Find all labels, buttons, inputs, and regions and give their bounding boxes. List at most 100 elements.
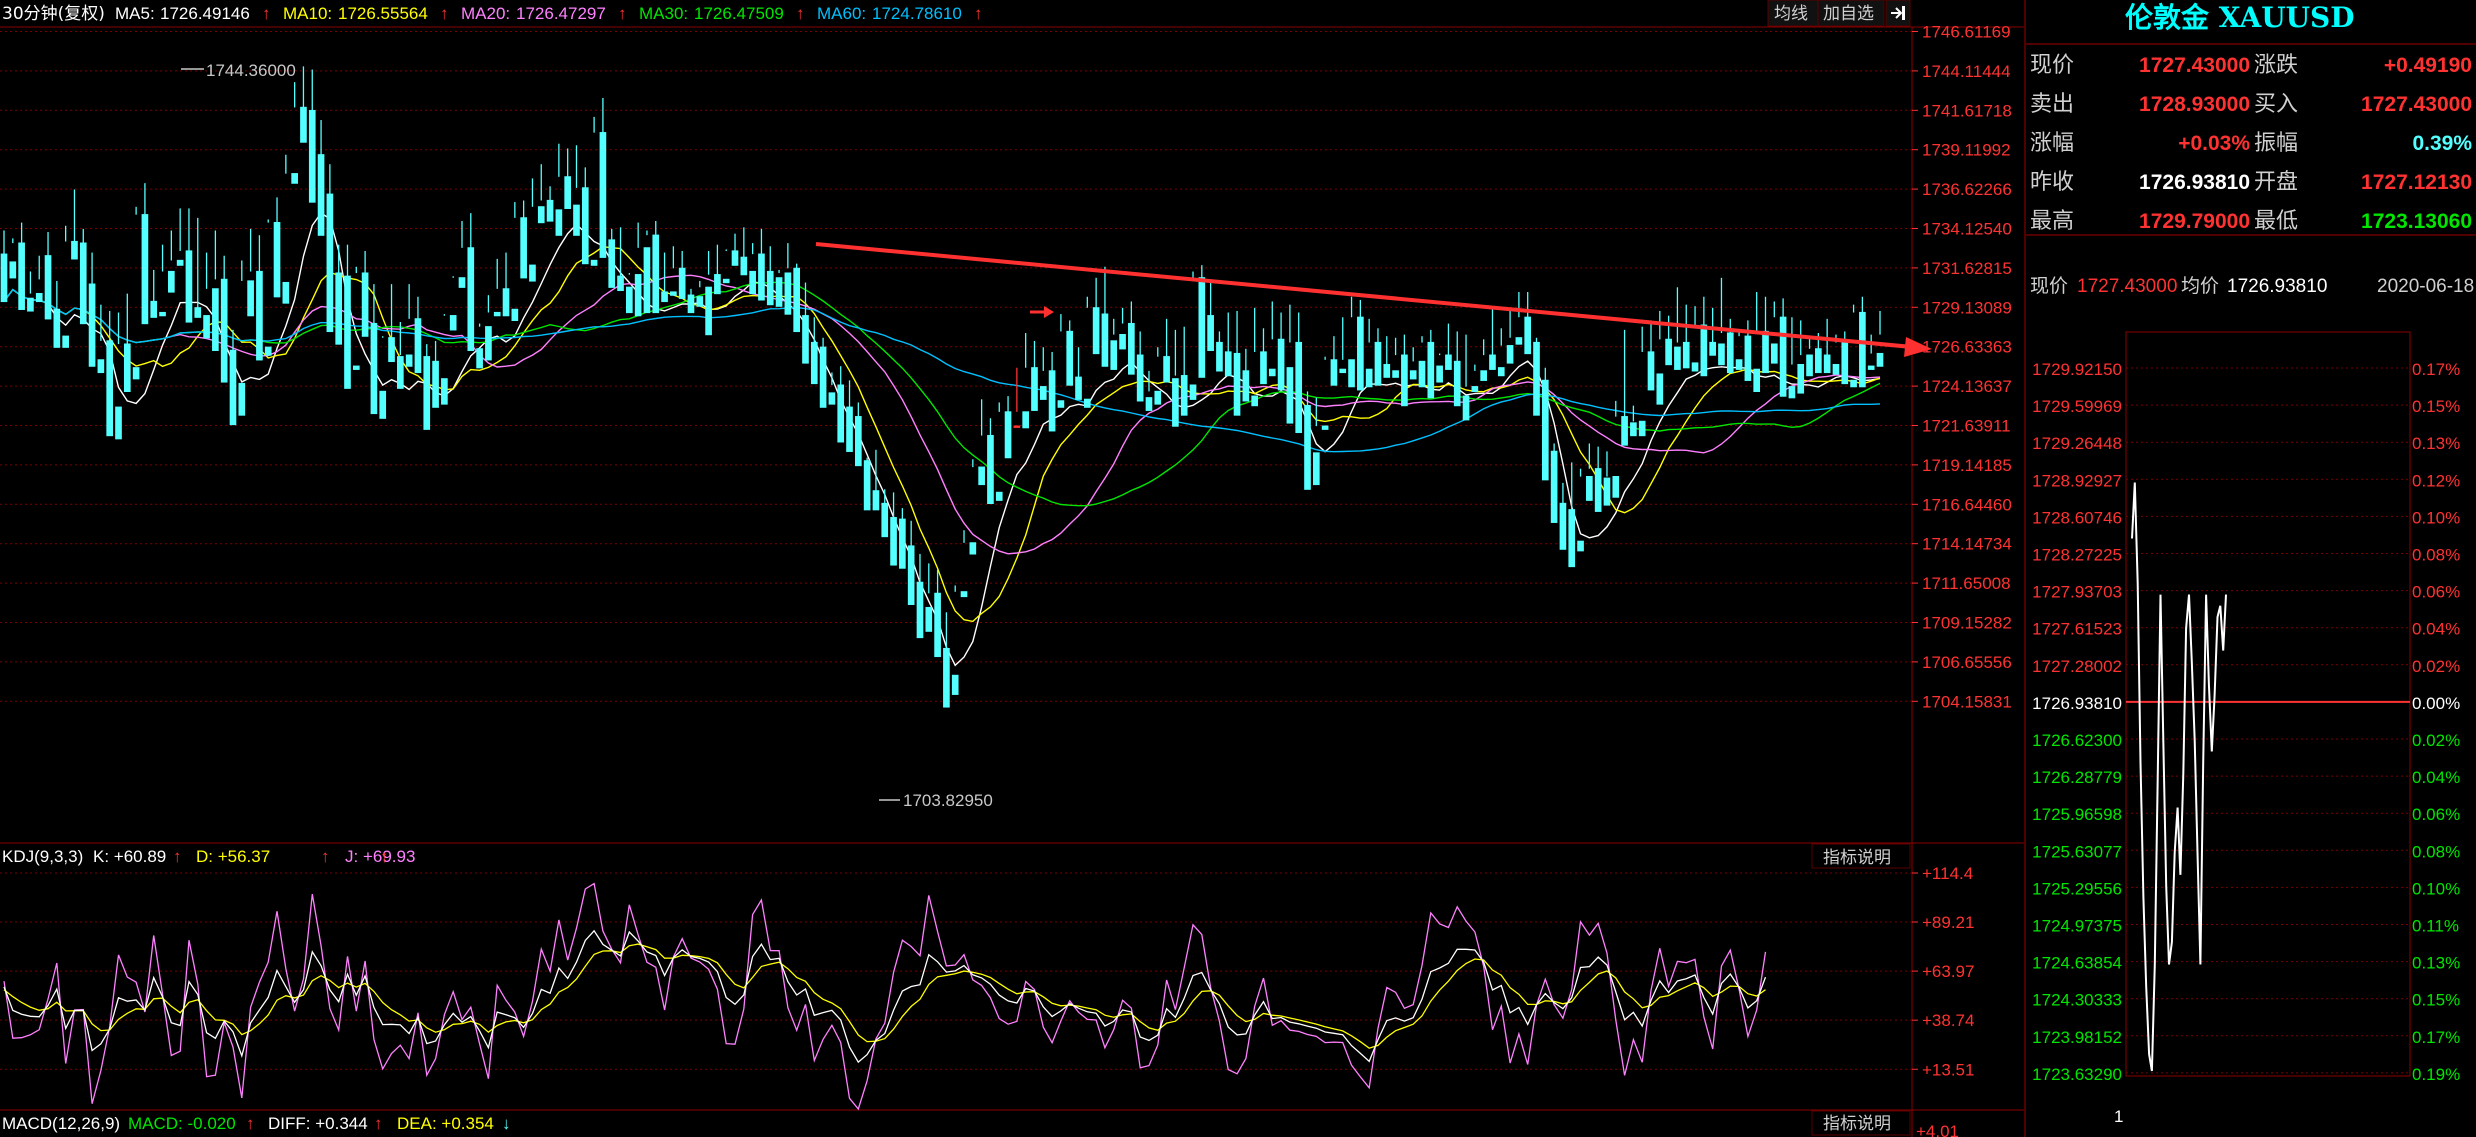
candle-down [132,367,140,380]
candlesticks [0,66,1884,708]
candle-down [194,307,202,318]
candle-down [1022,411,1030,429]
price-axis-label: 1744.11444 [1922,62,2011,81]
candle-down [1806,354,1813,377]
kdj-help-label: 指标说明 [1823,848,1891,868]
period-label[interactable]: 30分钟(复权) [2,4,105,24]
candle-down [661,291,668,303]
candle-down [1445,354,1452,370]
candle-down [1004,411,1012,459]
candle-down [27,297,34,312]
candle-down [1577,540,1584,552]
candle-down [810,341,818,385]
macd-diff-value: DIFF: +0.344 [268,1114,368,1133]
candle-down [1136,354,1144,402]
candle-down [1497,367,1505,377]
candle-down [150,300,158,318]
candle-down [1233,352,1241,416]
candle-down [203,315,210,339]
candle-down [766,270,774,306]
candle-down [1815,348,1822,374]
ma5-line [3,212,1881,667]
candle-down [141,214,149,325]
candle-down [1656,373,1664,405]
mini-left-axis-label: 1724.30333 [2032,991,2122,1010]
candle-down [1039,386,1047,400]
mini-right-axis-label: 0.02% [2412,731,2460,750]
candle-down [1075,376,1082,400]
high-annotation: 1744.36000 [181,61,296,80]
candle-down [1524,316,1532,355]
mini-right-axis-label: 0.04% [2412,620,2460,639]
candle-down [1365,368,1373,388]
macd-up-arrow: ↑ [246,1114,255,1133]
mini-right-axis-label: 0.13% [2412,434,2460,453]
candle-down [1480,370,1487,381]
mini-right-axis-label: 0.13% [2412,954,2460,973]
mini-right-axis-label: 0.04% [2412,768,2460,787]
candle-down [1128,322,1135,375]
add-watchlist-label: 加自选 [1823,4,1874,24]
quote-label: 开盘 [2254,170,2298,195]
candle-down [388,337,395,363]
candle-down [1471,386,1479,393]
quote-label: 昨收 [2030,170,2074,195]
price-axis-label: 1721.63911 [1922,416,2011,435]
mini-avg-label: 均价 [2181,275,2219,297]
candle-down [846,406,853,452]
mini-left-axis-label: 1724.97375 [2032,917,2122,936]
candle-down [722,278,730,284]
mini-now-label: 现价 [2030,275,2068,297]
candle-down [872,490,880,511]
candle-down [599,132,607,258]
high-price-label: 1744.36000 [206,61,296,80]
quote-label: 现价 [2030,53,2074,78]
kdj-axis-label: +38.74 [1922,1011,1974,1030]
price-axis-label: 1736.62266 [1922,180,2012,199]
candle-down [1110,340,1118,370]
candle-down [696,296,704,307]
price-axis-label: 1741.61718 [1922,101,2012,120]
candle-down [573,204,580,236]
candle-down [291,173,298,184]
kdj-k-line [3,929,1767,1064]
mini-chart-axes: 1729.92150 0.17% 1729.59969 0.15% 1729.26448… [2032,360,2460,1084]
quote-label: 涨幅 [2030,131,2074,156]
candle-down [1674,346,1681,370]
mini-left-axis-label: 1726.62300 [2032,731,2122,750]
candle-down [555,209,563,236]
candle-down [951,674,959,695]
candle-down [1304,405,1311,490]
candle-down [1515,337,1523,345]
candle-down [1832,363,1840,375]
ma5-value: 1726.49146 [160,4,250,23]
kdj-legend: KDJ(9,3,3) K: +60.89 ↑ D: +56.37 ↑ J: +6… [2,847,415,866]
candle-down [1489,354,1496,370]
candle-down [344,275,351,389]
mini-left-axis-label: 1728.60746 [2032,508,2122,527]
candle-down [432,360,439,408]
mini-left-axis-label: 1729.59969 [2032,397,2122,416]
candle-down [1031,367,1038,411]
mini-right-axis-label: 0.08% [2412,546,2460,565]
candle-down [529,264,536,282]
price-axis-label: 1716.64460 [1922,495,2012,514]
candle-down [326,193,334,333]
candle-down [1286,367,1294,424]
candle-down [1348,359,1355,388]
mini-left-axis-label: 1727.28002 [2032,657,2122,676]
candle-down [18,242,25,310]
kdj-axis: +114.4 +89.21 +63.97 +38.74 +13.51 [0,864,1974,1079]
candle-down [1541,379,1549,481]
candle-down [1700,324,1708,377]
candle-down [1726,332,1734,374]
candle-down [652,234,660,314]
exit-icon[interactable] [1885,0,1911,27]
kdj-lines [3,882,1767,1111]
candle-down [1753,368,1761,393]
candle-down [493,311,501,317]
candle-down [53,308,61,348]
quote-value: +0.03% [2178,132,2250,155]
mini-right-axis-label: 0.12% [2412,471,2460,490]
candle-down [1409,370,1417,380]
